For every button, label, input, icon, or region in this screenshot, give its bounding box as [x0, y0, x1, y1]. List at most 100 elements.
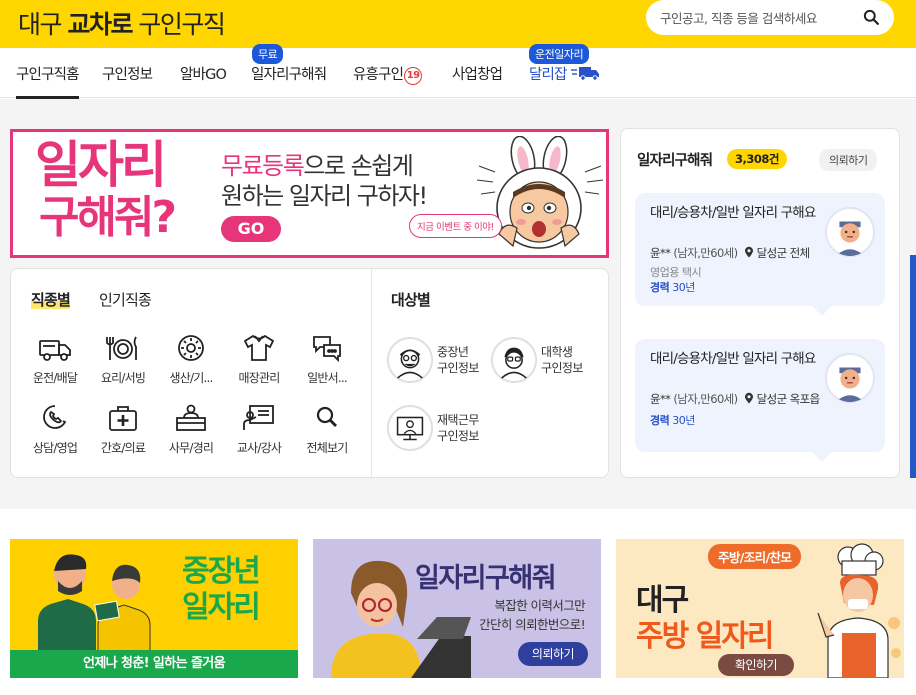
truck-icon [39, 340, 71, 361]
category-label: 생산/기... [169, 371, 213, 385]
job-request-panel: 일자리구해줘 3,308건 의뢰하기 대리/승용차/일반 일자리 구해요 윤**… [620, 128, 900, 478]
promo3-category-pill: 주방/조리/찬모 [708, 544, 802, 569]
driving-badge: 운전일자리 [529, 44, 590, 64]
category-label: 간호/의료 [100, 441, 146, 455]
promo-middle-aged-jobs[interactable]: 중장년 일자리 언제나 청춘! 일하는 즐거움 [10, 539, 298, 678]
tab-popular-jobs[interactable]: 인기직종 [99, 289, 152, 310]
card-title: 대리/승용차/일반 일자리 구해요 [650, 205, 816, 221]
category-production[interactable]: 생산/기... [161, 333, 221, 386]
target-label: 대학생 [541, 345, 573, 359]
target-college-student[interactable]: 대학생 구인정보 [491, 337, 601, 383]
delivery-truck-icon [571, 67, 600, 81]
card-tail [812, 296, 832, 316]
category-cooking-serving[interactable]: 요리/서빙 [93, 333, 153, 386]
target-label: 재택근무 [437, 413, 479, 427]
job-request-title[interactable]: 일자리구해줘 [637, 149, 713, 170]
target-middle-aged[interactable]: 중장년 구인정보 [387, 337, 497, 383]
job-request-card[interactable]: 대리/승용차/일반 일자리 구해요 윤** (남자,만60세) 달성군 옥포읍 … [635, 339, 885, 462]
category-office-accounting[interactable]: 사무/경리 [161, 403, 221, 456]
profile-avatar-icon [825, 353, 875, 403]
category-label: 요리/서빙 [100, 371, 146, 385]
category-teacher-instructor[interactable]: 교사/강사 [229, 403, 289, 456]
bunny-mascot-illustration [477, 136, 604, 249]
category-label: 전체보기 [306, 441, 349, 455]
couple-illustration [38, 554, 151, 651]
event-speech-bubble: 지금 이벤트 중 이야! [409, 214, 502, 238]
chat-icon [313, 336, 341, 363]
promo2-request-button[interactable]: 의뢰하기 [518, 642, 588, 666]
desk-icon [176, 404, 206, 431]
card-tail [812, 442, 832, 462]
exp-label: 경력 [650, 414, 670, 427]
search-icon [316, 406, 337, 427]
card-name: 윤** [650, 392, 671, 406]
category-consulting-sales[interactable]: 상담/영업 [25, 403, 85, 456]
banner-headline-2: 원하는 일자리 구하자! [221, 182, 428, 210]
nav-alba-go[interactable]: 알바GO [180, 63, 227, 84]
promo2-sub2: 간단히 의뢰한번으로! [479, 617, 585, 632]
nav-job-request[interactable]: 일자리구해줘 [251, 63, 327, 84]
medical-kit-icon [109, 406, 137, 431]
promo1-bar: 언제나 청춘! 일하는 즐거움 [10, 650, 298, 678]
exp-value: 30년 [672, 414, 695, 427]
tab-by-job-type[interactable]: 직종별 [31, 289, 71, 310]
teacher-icon [243, 405, 274, 430]
profile-avatar-icon [825, 207, 875, 257]
nav-home[interactable]: 구인구직홈 [16, 63, 79, 99]
location-pin-icon [744, 246, 753, 258]
banner-go-button[interactable]: GO [221, 216, 281, 242]
exp-value: 30년 [672, 281, 695, 294]
banner-big-line2: 구해줘? [39, 192, 177, 243]
request-button[interactable]: 의뢰하기 [819, 149, 878, 171]
dish-icon [106, 336, 137, 360]
exp-label: 경력 [650, 281, 670, 294]
side-ad-edge[interactable] [910, 255, 916, 478]
promo3-confirm-button[interactable]: 확인하기 [718, 654, 794, 676]
card-name: 윤** [650, 246, 671, 260]
nav-business[interactable]: 사업창업 [452, 63, 503, 84]
nav-driving-jobs[interactable]: 달리잡 [529, 63, 601, 84]
card-location: 달성군 전체 [756, 246, 811, 260]
logo-bold: 교차로 [67, 10, 133, 39]
job-request-count-badge: 3,308건 [727, 149, 787, 169]
category-general-service[interactable]: 일반서... [297, 333, 357, 386]
target-remote-work[interactable]: 재택근무 구인정보 [387, 405, 497, 451]
category-driving-delivery[interactable]: 운전/배달 [25, 333, 85, 386]
shirt-icon [243, 334, 275, 361]
card-person: 윤** (남자,만60세) 달성군 전체 [650, 245, 810, 261]
nav-adult-jobs-label: 유흥구인 [353, 67, 404, 83]
promo-kitchen-jobs[interactable]: 주방/조리/찬모 대구 주방 일자리 확인하기 [616, 539, 904, 678]
search-input[interactable] [660, 8, 860, 28]
promo1-line2: 일자리 [182, 590, 261, 625]
card-title: 대리/승용차/일반 일자리 구해요 [650, 351, 816, 367]
location-pin-icon [744, 392, 753, 404]
remote-work-icon [387, 405, 433, 451]
promo2-title: 일자리구해줘 [415, 563, 557, 594]
promo1-line1: 중장년 [182, 554, 261, 589]
nav-job-request-label: 일자리구해줘 [251, 67, 327, 83]
category-card: 직종별 인기직종 운전/배달 요리/서빙 생산/기... 매장관리 일반서...… [10, 268, 609, 478]
card-meta: (남자,만60세) [673, 246, 738, 260]
job-request-banner[interactable]: 일자리 구해줘? 무료등록으로 손쉽게 원하는 일자리 구하자! GO 지금 이… [10, 129, 609, 258]
job-request-card[interactable]: 대리/승용차/일반 일자리 구해요 윤** (남자,만60세) 달성군 전체 영… [635, 193, 885, 316]
nav-job-info[interactable]: 구인정보 [102, 63, 153, 84]
banner-big-line1: 일자리 [35, 136, 167, 194]
category-label: 운전/배달 [32, 371, 78, 385]
promo-job-request[interactable]: 일자리구해줘 복잡한 이력서그만 간단히 의뢰한번으로! 의뢰하기 [313, 539, 601, 678]
elder-avatar-icon [387, 337, 433, 383]
logo-prefix: 대구 [18, 10, 68, 39]
category-store-management[interactable]: 매장관리 [229, 333, 289, 386]
category-view-all[interactable]: 전체보기 [297, 403, 357, 456]
card-location: 달성군 옥포읍 [756, 392, 821, 406]
search-icon[interactable] [863, 9, 880, 26]
gear-icon [178, 335, 204, 361]
promo3-line2: 주방 일자리 [636, 619, 774, 654]
card-experience: 경력 30년 [650, 279, 695, 295]
target-label: 중장년 [437, 345, 469, 359]
category-nursing-medical[interactable]: 간호/의료 [93, 403, 153, 456]
card-sub: 영업용 택시 [650, 266, 702, 279]
nav-adult-jobs[interactable]: 유흥구인 19 [353, 63, 423, 85]
site-logo[interactable]: 대구 교차로 구인구직 [18, 5, 226, 41]
logo-suffix: 구인구직 [131, 10, 226, 39]
category-label: 매장관리 [238, 371, 281, 385]
